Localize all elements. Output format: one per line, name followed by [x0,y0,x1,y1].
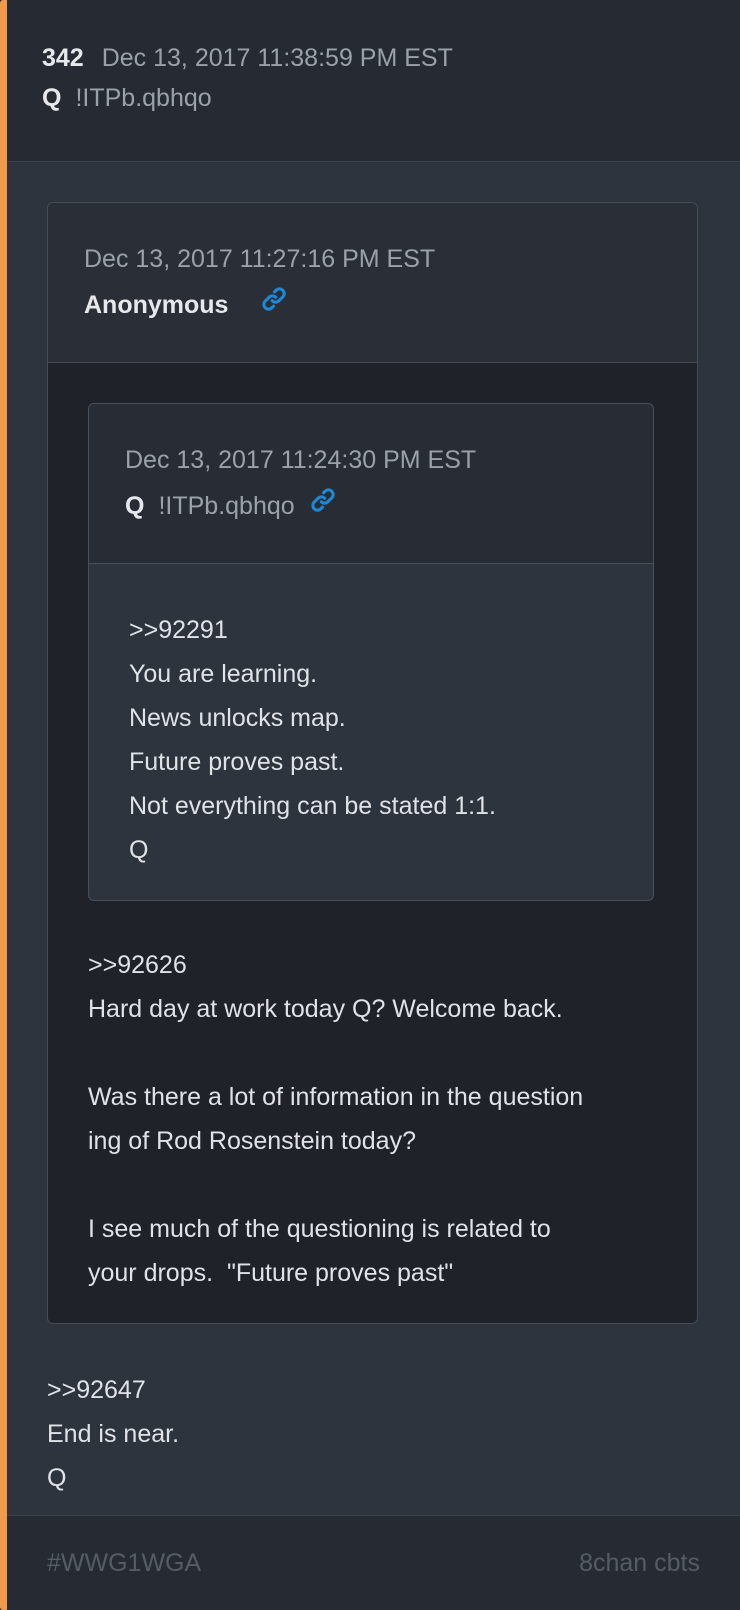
nested-quoted-post: Dec 13, 2017 11:24:30 PM EST Q !ITPb.qbh… [88,403,654,901]
post-card: 342 Dec 13, 2017 11:38:59 PM EST Q !ITPb… [0,0,740,1610]
post-tripcode: !ITPb.qbhqo [75,84,212,112]
post-line: Q [47,1464,67,1492]
link-icon[interactable] [260,285,288,313]
quoted-post-line: Was there a lot of information in the qu… [88,1083,584,1111]
quoted-post-date: Dec 13, 2017 11:27:16 PM EST [84,245,436,273]
post-header: 342 Dec 13, 2017 11:38:59 PM EST Q !ITPb… [7,0,740,162]
nested-post-tripcode: !ITPb.qbhqo [158,492,295,520]
nested-post-author: Q [125,492,145,520]
post-line: End is near. [47,1420,180,1448]
quoted-post-line: ing of Rod Rosenstein today? [88,1127,416,1155]
quoted-post: Dec 13, 2017 11:27:16 PM EST Anonymous D… [47,202,698,1324]
nested-post-line: Not everything can be stated 1:1. [129,792,496,820]
quoted-post-line [88,1031,697,1075]
quoted-post-author: Anonymous [84,291,229,319]
quoted-post-body: Dec 13, 2017 11:24:30 PM EST Q !ITPb.qbh… [48,363,697,1323]
post-body: Dec 13, 2017 11:27:16 PM EST Anonymous D… [7,162,740,1500]
nested-quoted-post-header: Dec 13, 2017 11:24:30 PM EST Q !ITPb.qbh… [89,404,653,564]
nested-post-line: You are learning. [129,660,318,688]
quoted-post-line: I see much of the questioning is related… [88,1215,551,1243]
source-label: 8chan cbts [579,1548,700,1577]
nested-post-date: Dec 13, 2017 11:24:30 PM EST [125,446,477,474]
hashtag-link[interactable]: #WWG1WGA [47,1549,201,1578]
post-author: Q [42,84,62,112]
post-date: Dec 13, 2017 11:38:59 PM EST [101,44,453,72]
post-line: >>92647 [47,1376,146,1404]
nested-post-line: News unlocks map. [129,704,346,732]
link-icon[interactable] [309,486,337,514]
quoted-post-header: Dec 13, 2017 11:27:16 PM EST Anonymous [48,203,697,363]
post-footer: #WWG1WGA 8chan cbts [7,1515,740,1610]
nested-post-line: Q [129,836,149,864]
nested-post-line: Future proves past. [129,748,345,776]
nested-quoted-post-body: >>92291 You are learning. News unlocks m… [89,564,653,900]
quoted-post-line: your drops. "Future proves past" [88,1259,454,1287]
post-number: 342 [42,44,84,72]
nested-post-line: >>92291 [129,616,228,644]
quoted-post-line: >>92626 [88,951,187,979]
post-text: >>92647 End is near. Q [47,1368,740,1500]
quoted-post-line [88,1163,697,1207]
quoted-post-line: Hard day at work today Q? Welcome back. [88,995,563,1023]
